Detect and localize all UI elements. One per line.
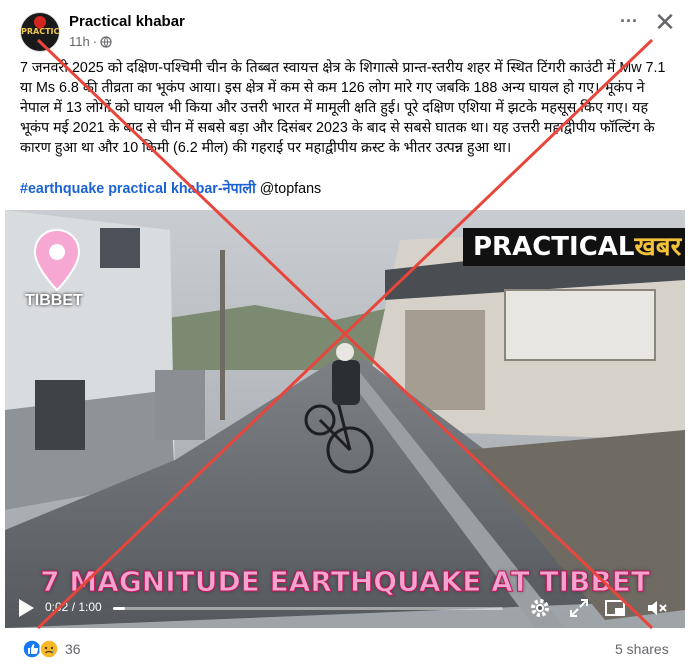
post-body: 7 जनवरी 2025 को दक्षिण-पश्चिमी चीन के ति… — [20, 58, 674, 158]
meta-separator: · — [92, 34, 98, 49]
video-controls: 0:02 / 1:00 — [5, 588, 685, 628]
avatar-logo-text: PRACTICAL — [21, 27, 60, 36]
post-tags: #earthquake practical khabar-नेपाली @top… — [20, 179, 321, 199]
shares-count[interactable]: 5 shares — [615, 641, 669, 657]
reaction-count[interactable]: 36 — [65, 641, 81, 657]
channel-watermark: PRACTICALखबर — [463, 228, 685, 266]
picture-in-picture-icon[interactable] — [603, 596, 627, 620]
settings-gear-icon[interactable] — [528, 596, 552, 620]
volume-muted-icon[interactable] — [645, 596, 669, 620]
more-options-icon[interactable]: ··· — [615, 10, 643, 38]
page-name[interactable]: Practical khabar — [69, 13, 185, 30]
post-body-text: 7 जनवरी 2025 को दक्षिण-पश्चिमी चीन के ति… — [20, 60, 666, 156]
close-icon[interactable]: ✕ — [650, 8, 680, 38]
location-label: TIBBET — [25, 292, 83, 309]
page-avatar[interactable]: PRACTICAL — [20, 12, 60, 52]
play-icon[interactable] — [17, 598, 35, 618]
video-player[interactable]: TIBBET PRACTICALखबर 7 MAGNITUDE EARTHQUA… — [5, 210, 685, 628]
expand-icon[interactable] — [567, 596, 591, 620]
reaction-icons[interactable] — [22, 639, 64, 659]
post-header: PRACTICAL Practical khabar 11h · ··· ✕ — [0, 0, 690, 56]
watermark-prefix: PRACTICAL — [473, 232, 635, 262]
progress-fill — [113, 607, 125, 610]
video-time: 0:02 / 1:00 — [45, 600, 102, 614]
progress-bar[interactable] — [113, 607, 503, 610]
hashtag-link[interactable]: #earthquake practical khabar-नेपाली — [20, 181, 256, 197]
post-meta: 11h · — [69, 34, 112, 49]
mention-link[interactable]: @topfans — [260, 181, 321, 197]
post-footer: 36 5 shares — [0, 630, 690, 669]
globe-icon — [100, 35, 112, 48]
location-pin-icon — [33, 228, 81, 292]
post-time[interactable]: 11h — [69, 34, 90, 49]
watermark-suffix: खबर — [634, 232, 682, 262]
